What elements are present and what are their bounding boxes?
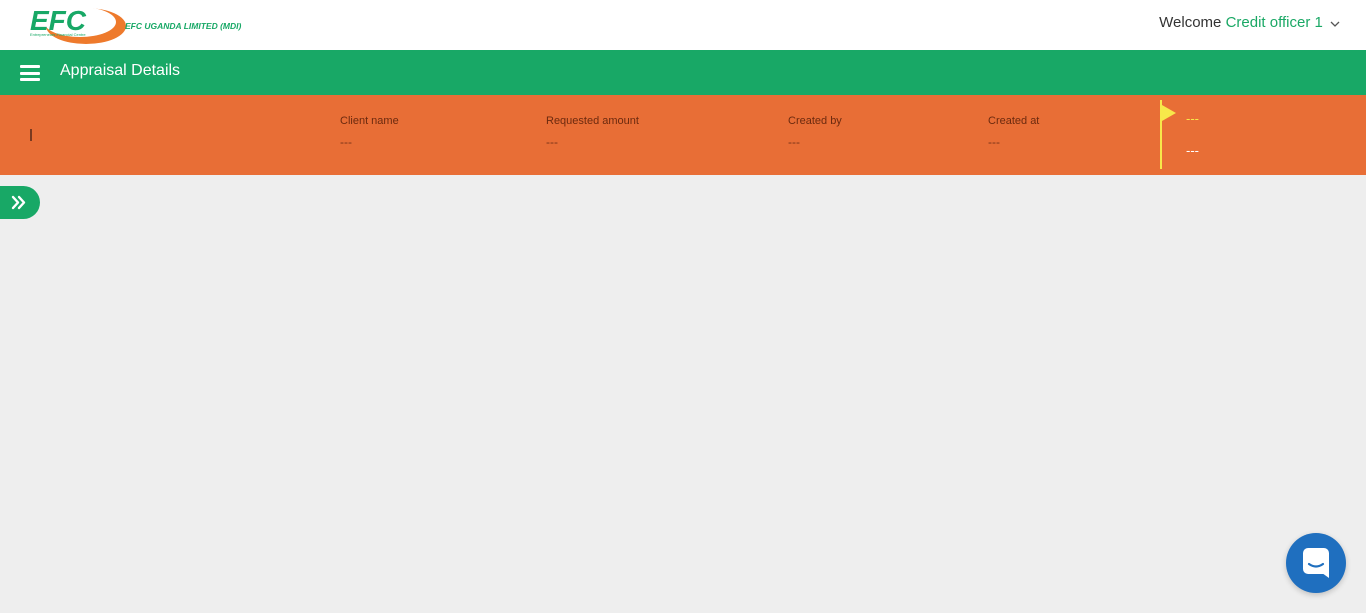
flag-status-value: ---	[1186, 111, 1199, 126]
top-header: EFC Entrepreneurs Financial Centre EFC U…	[0, 0, 1366, 50]
svg-text:EFC UGANDA LIMITED (MDI): EFC UGANDA LIMITED (MDI)	[125, 21, 241, 31]
company-logo[interactable]: EFC Entrepreneurs Financial Centre EFC U…	[28, 2, 268, 46]
client-name-label: Client name	[340, 115, 399, 127]
user-name: Credit officer 1	[1225, 14, 1323, 31]
efc-logo-mark: EFC Entrepreneurs Financial Centre EFC U…	[30, 5, 241, 44]
created-at-label: Created at	[988, 115, 1040, 127]
flag-secondary-value: ---	[1186, 143, 1199, 158]
client-name-value: ---	[340, 135, 352, 149]
appraisal-summary-bar: Client name --- Requested amount --- Cre…	[0, 95, 1366, 175]
chevron-down-icon[interactable]	[1330, 15, 1340, 32]
navbar: Appraisal Details	[0, 50, 1366, 95]
chat-icon	[1303, 548, 1329, 578]
requested-amount-field: Requested amount ---	[546, 115, 639, 149]
welcome-label: Welcome	[1159, 14, 1222, 31]
created-by-field: Created by ---	[788, 115, 842, 149]
divider	[30, 129, 32, 141]
created-at-field: Created at ---	[988, 115, 1039, 149]
client-name-field: Client name ---	[340, 115, 399, 149]
created-at-value: ---	[988, 135, 1000, 149]
double-chevron-right-icon	[11, 195, 26, 210]
chat-launcher-button[interactable]	[1286, 533, 1346, 593]
requested-amount-label: Requested amount	[546, 115, 639, 127]
svg-text:Entrepreneurs Financial Centre: Entrepreneurs Financial Centre	[30, 32, 86, 37]
flag-icon	[1162, 105, 1176, 121]
hamburger-icon[interactable]	[20, 65, 40, 81]
created-by-label: Created by	[788, 115, 842, 127]
requested-amount-value: ---	[546, 135, 558, 149]
expand-sidebar-button[interactable]	[0, 186, 40, 219]
page-title: Appraisal Details	[60, 62, 181, 79]
welcome-user-menu[interactable]: Welcome Credit officer 1	[1159, 14, 1340, 32]
created-by-value: ---	[788, 135, 800, 149]
